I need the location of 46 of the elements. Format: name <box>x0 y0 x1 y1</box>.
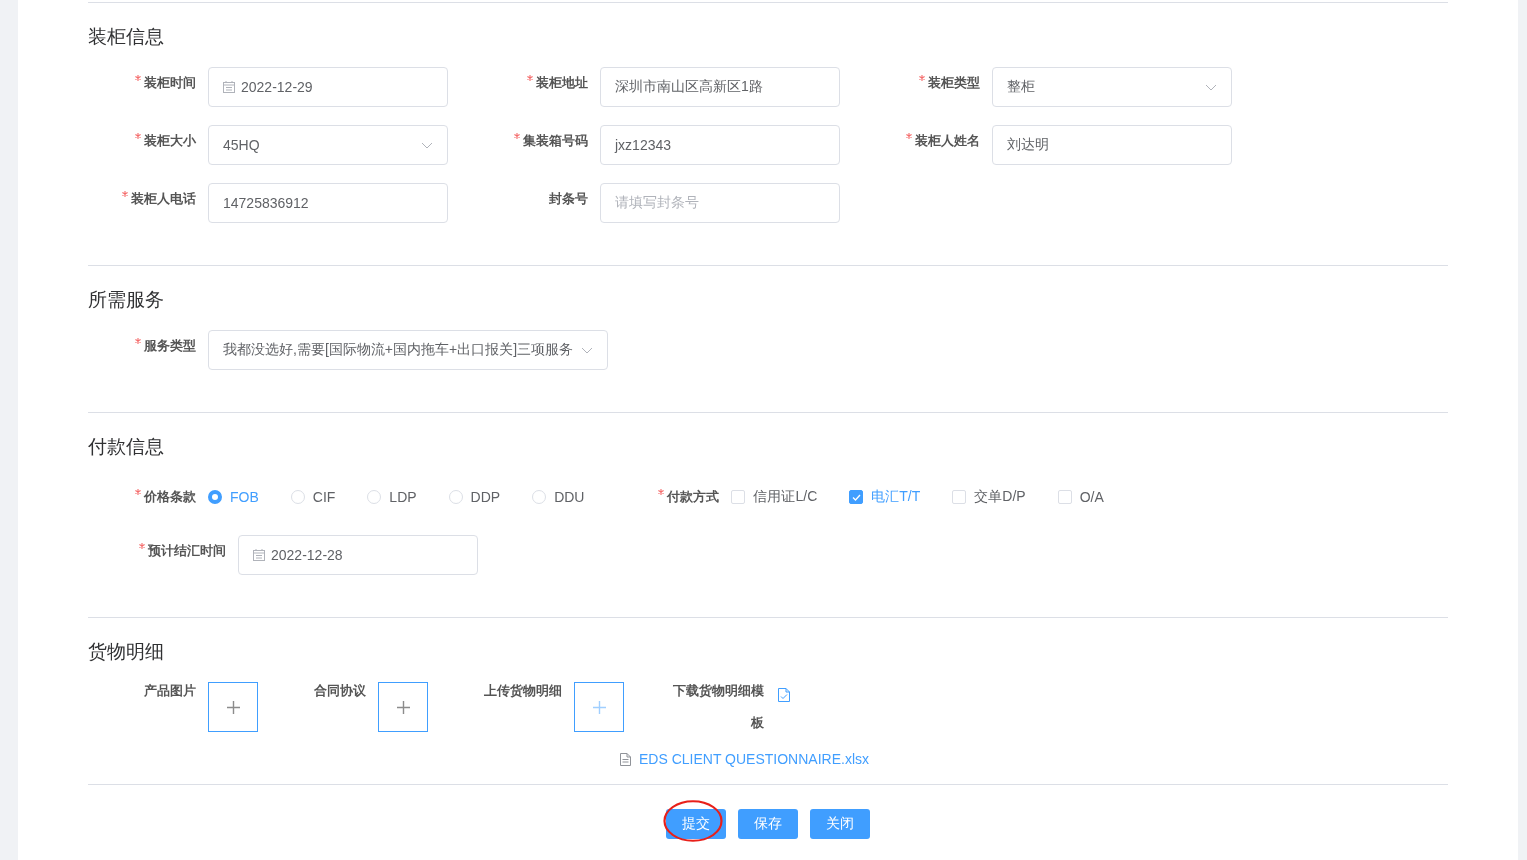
caret-icon <box>1205 83 1217 91</box>
calendar-icon <box>253 549 265 561</box>
input-field[interactable]: 14725836912 <box>208 183 448 223</box>
field-label: 上传货物明细 <box>484 682 562 700</box>
checkbox-option[interactable]: 信用证L/C <box>731 488 818 506</box>
field-label: 服务类型 <box>144 338 196 353</box>
field-label: 装柜人姓名 <box>915 133 980 148</box>
field-label: 合同协议 <box>314 682 366 700</box>
radio-option[interactable]: LDP <box>367 489 417 505</box>
field-label: 装柜人电话 <box>131 191 196 206</box>
input-field[interactable]: jxz12343 <box>600 125 840 165</box>
field-label: 产品图片 <box>143 682 196 700</box>
field-label: 价格条款 <box>144 489 196 504</box>
field-label: 装柜大小 <box>144 133 196 148</box>
input-field[interactable]: 深圳市南山区高新区1路 <box>600 67 840 107</box>
upload-button[interactable] <box>574 682 624 732</box>
section-title: 所需服务 <box>88 288 165 312</box>
field-label: 预计结汇时间 <box>148 543 226 558</box>
section-title: 货物明细 <box>88 640 165 664</box>
field-label: 下载货物明细模板 <box>672 682 764 732</box>
upload-button[interactable] <box>208 682 258 732</box>
checkbox-option[interactable]: O/A <box>1057 489 1104 505</box>
input-field[interactable]: 刘达明 <box>992 125 1232 165</box>
field-label: 封条号 <box>549 191 588 206</box>
field-label: 付款方式 <box>667 489 720 504</box>
checkbox-option[interactable]: 交单D/P <box>952 488 1026 506</box>
select-field[interactable]: 我都没选好,需要[国际物流+国内拖车+出口报关]三项服务 <box>208 330 608 370</box>
radio-option[interactable]: DDU <box>532 489 585 505</box>
field-label: 装柜时间 <box>144 75 196 90</box>
radio-option[interactable]: CIF <box>290 489 336 505</box>
field-label: 装柜地址 <box>536 75 588 90</box>
radio-option[interactable]: DDP <box>448 489 501 505</box>
field-label: 装柜类型 <box>928 75 980 90</box>
select-field[interactable]: 整柜 <box>992 67 1232 107</box>
section-title: 付款信息 <box>88 435 165 459</box>
document-icon <box>620 752 631 766</box>
calendar-icon <box>223 81 235 93</box>
download-file-icon[interactable] <box>778 688 790 702</box>
field-label: 集装箱号码 <box>523 133 588 148</box>
section-title: 装柜信息 <box>88 25 165 49</box>
date-field[interactable]: 2022-12-28 <box>238 535 478 575</box>
caret-icon <box>581 346 593 354</box>
upload-button[interactable] <box>378 682 428 732</box>
select-field[interactable]: 45HQ <box>208 125 448 165</box>
date-field[interactable]: 2022-12-29 <box>208 67 448 107</box>
caret-icon <box>421 141 433 149</box>
